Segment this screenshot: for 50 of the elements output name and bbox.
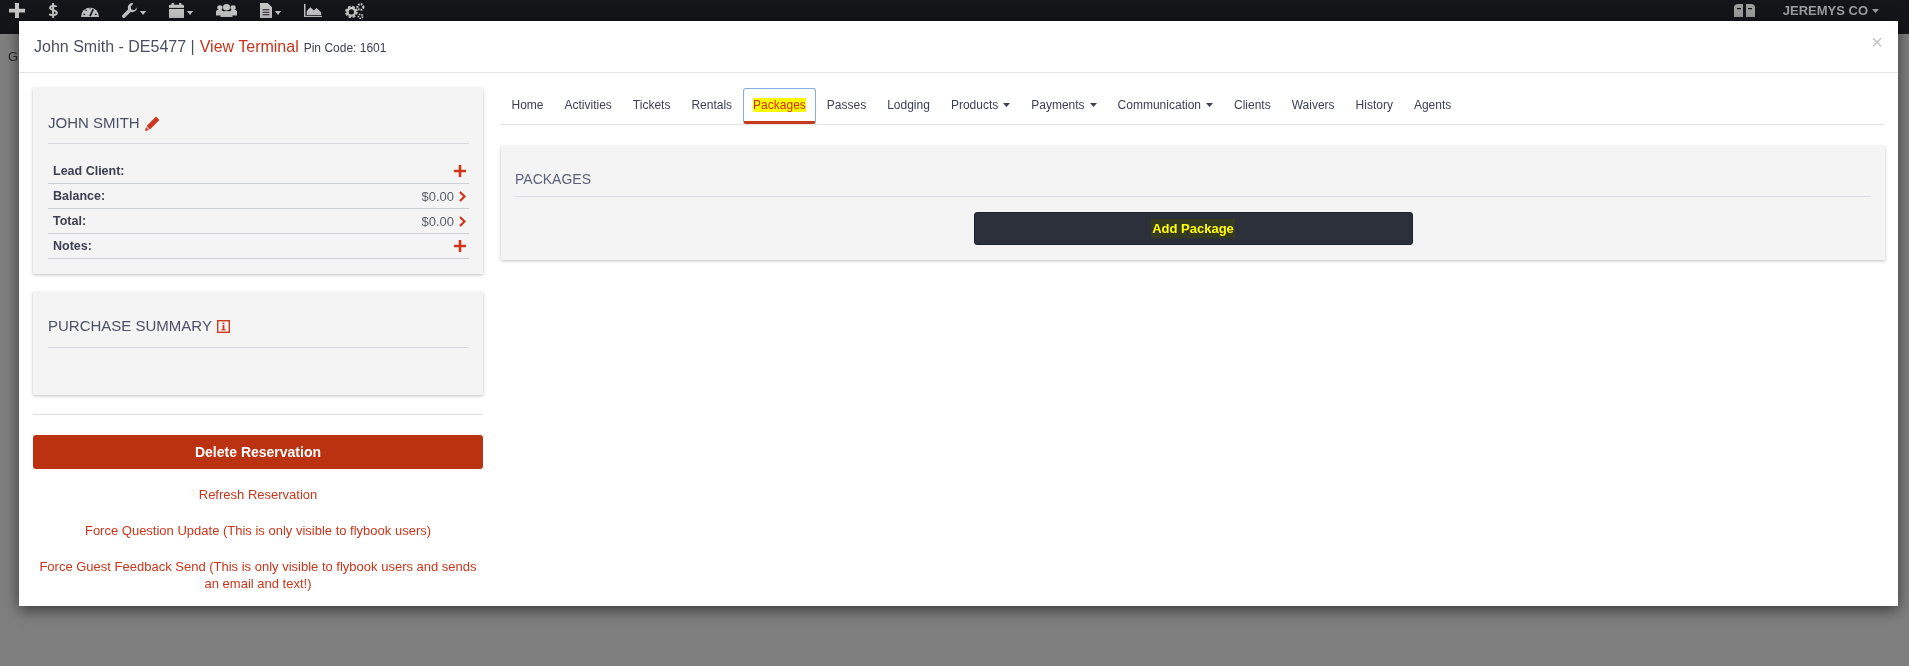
tab[interactable]: Tickets [622,88,681,124]
chevron-right-icon[interactable] [459,190,466,202]
gears-icon[interactable] [345,2,365,19]
modal-title: John Smith - DE5477 | [34,37,195,56]
delete-reservation-button[interactable]: Delete Reservation [33,435,483,469]
tab[interactable]: Rentals [680,88,743,124]
tab[interactable]: Payments [1020,88,1108,124]
gauge-icon[interactable] [81,4,99,17]
row-label: Notes: [53,239,92,253]
tab[interactable]: Activities [554,88,623,124]
feedback-link[interactable]: Force Guest Feedback Send (This is only visible to flybook users and sends an email and text!) [36,558,480,592]
refresh-link[interactable]: Refresh Reservation [198,486,318,503]
tab[interactable]: Packages [742,88,817,124]
amount-value: $0.00 [421,213,454,229]
client-name: JOHN SMITH [48,113,140,133]
users-icon[interactable] [216,4,237,17]
caret-icon[interactable] [140,11,146,15]
tab[interactable]: Agents [1403,88,1462,124]
pin-code: Pin Code: 1601 [303,41,387,55]
tab[interactable]: Communication [1107,88,1224,124]
view-terminal-link[interactable]: View Terminal [199,37,299,56]
account-menu[interactable]: JEREMYS CO [1782,3,1879,18]
purchase-summary-title: PURCHASE SUMMARY [48,316,212,336]
tab[interactable]: Waivers [1281,88,1346,124]
caret-icon[interactable] [275,11,281,15]
wrench-icon[interactable] [122,3,137,18]
tab[interactable]: Products [940,88,1021,124]
pencil-icon[interactable] [144,115,160,131]
info-icon[interactable] [216,319,230,333]
tab[interactable]: Clients [1223,88,1282,124]
update-link[interactable]: Force Question Update (This is only visible to flybook users) [84,522,432,539]
double-tile-icon[interactable] [1733,4,1755,17]
row-label: Lead Client: [53,164,125,178]
dollar-icon[interactable] [48,3,58,18]
row-label: Balance: [53,189,106,203]
document-icon[interactable] [260,3,272,18]
tab[interactable]: Passes [816,88,877,124]
amount-value: $0.00 [421,188,454,204]
page-text: G [7,48,19,65]
calendar-icon[interactable] [169,3,184,18]
caret-icon[interactable] [187,11,193,15]
chevron-right-icon[interactable] [459,215,466,227]
add-package-button[interactable]: Add Package [973,212,1413,245]
tab[interactable]: Home [501,88,554,124]
tab[interactable]: Lodging [876,88,941,124]
tab[interactable]: History [1345,88,1404,124]
area-chart-icon[interactable] [304,4,322,17]
add-icon[interactable] [9,3,25,18]
packages-title: PACKAGES [515,146,1871,197]
row-label: Total: [53,214,87,228]
